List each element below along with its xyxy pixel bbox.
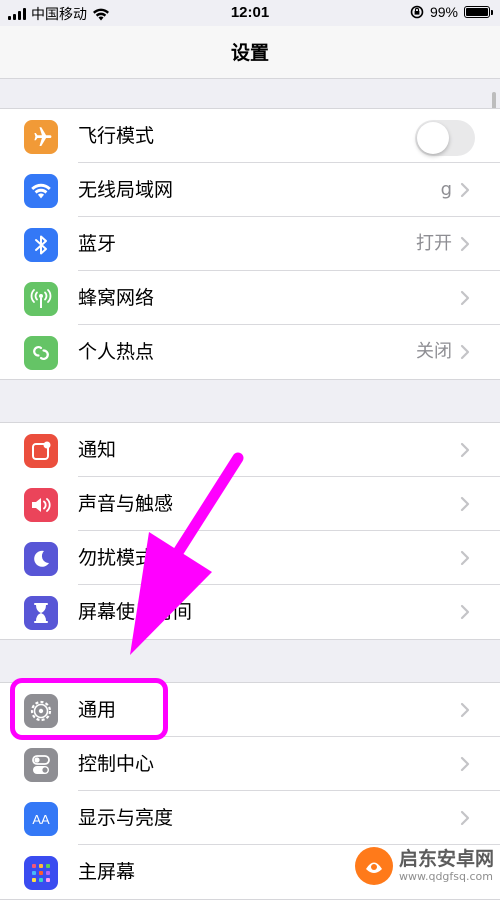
battery-icon bbox=[464, 6, 493, 18]
hourglass-icon bbox=[24, 596, 58, 630]
chevron-right-icon bbox=[460, 182, 470, 198]
settings-group-connectivity: 飞行模式 无线局域网 g 蓝牙 打开 蜂窝网络 个人热点 关闭 bbox=[0, 108, 500, 380]
settings-row-label: 勿扰模式 bbox=[78, 547, 155, 569]
settings-row-value: 打开 bbox=[416, 233, 452, 254]
settings-row-display-brightness[interactable]: AA 显示与亮度 bbox=[0, 791, 500, 845]
settings-row-bluetooth[interactable]: 蓝牙 打开 bbox=[0, 217, 500, 271]
control-center-icon bbox=[24, 748, 58, 782]
chevron-right-icon bbox=[460, 236, 470, 252]
settings-row-general[interactable]: 通用 bbox=[0, 683, 500, 737]
chevron-right-icon bbox=[460, 442, 470, 458]
home-screen-icon bbox=[24, 856, 58, 890]
settings-row-wifi[interactable]: 无线局域网 g bbox=[0, 163, 500, 217]
chevron-right-icon bbox=[460, 702, 470, 718]
settings-row-cellular[interactable]: 蜂窝网络 bbox=[0, 271, 500, 325]
hotspot-icon bbox=[24, 336, 58, 370]
watermark-url: www.qdgfsq.com bbox=[398, 870, 493, 883]
chevron-right-icon bbox=[460, 344, 470, 360]
sound-icon bbox=[24, 488, 58, 522]
settings-row-control-center[interactable]: 控制中心 bbox=[0, 737, 500, 791]
settings-row-do-not-disturb[interactable]: 勿扰模式 bbox=[0, 531, 500, 585]
settings-group-notifications: 通知 声音与触感 勿扰模式 屏幕使用时间 bbox=[0, 422, 500, 640]
settings-row-notifications[interactable]: 通知 bbox=[0, 423, 500, 477]
bluetooth-icon bbox=[24, 228, 58, 262]
settings-row-label: 显示与亮度 bbox=[78, 807, 174, 829]
settings-row-label: 蜂窝网络 bbox=[78, 287, 155, 309]
navigation-bar: 设置 bbox=[0, 26, 500, 79]
moon-icon bbox=[24, 542, 58, 576]
settings-row-label: 蓝牙 bbox=[78, 233, 117, 255]
chevron-right-icon bbox=[460, 550, 470, 566]
chevron-right-icon bbox=[460, 810, 470, 826]
page-title: 设置 bbox=[230, 42, 269, 64]
settings-row-label: 通用 bbox=[78, 699, 117, 721]
status-bar: 中国移动 12:01 99% bbox=[0, 0, 500, 26]
settings-row-sounds[interactable]: 声音与触感 bbox=[0, 477, 500, 531]
watermark-title: 启东安卓网 bbox=[398, 848, 494, 870]
settings-row-airplane-mode[interactable]: 飞行模式 bbox=[0, 109, 500, 163]
rotation-lock-icon bbox=[410, 5, 424, 19]
chevron-right-icon bbox=[460, 604, 470, 620]
settings-row-label: 个人热点 bbox=[78, 341, 155, 363]
cellular-icon bbox=[24, 282, 58, 316]
settings-row-label: 屏幕使用时间 bbox=[78, 601, 193, 623]
settings-row-label: 无线局域网 bbox=[78, 179, 174, 201]
settings-row-screen-time[interactable]: 屏幕使用时间 bbox=[0, 585, 500, 639]
settings-row-label: 主屏幕 bbox=[78, 861, 136, 883]
svg-text:AA: AA bbox=[32, 812, 50, 827]
settings-row-label: 通知 bbox=[78, 439, 117, 461]
watermark: 启东安卓网 www.qdgfsq.com bbox=[354, 847, 494, 885]
settings-row-value: 关闭 bbox=[416, 341, 452, 362]
display-icon: AA bbox=[24, 802, 58, 836]
notification-icon bbox=[24, 434, 58, 468]
settings-row-label: 飞行模式 bbox=[78, 125, 155, 147]
chevron-right-icon bbox=[460, 290, 470, 306]
settings-row-value: g bbox=[440, 179, 452, 200]
gear-icon bbox=[24, 694, 58, 728]
chevron-right-icon bbox=[460, 496, 470, 512]
airplane-mode-toggle[interactable] bbox=[415, 120, 475, 156]
chevron-right-icon bbox=[460, 756, 470, 772]
watermark-logo-icon bbox=[354, 847, 393, 885]
settings-row-label: 控制中心 bbox=[78, 753, 155, 775]
battery-percentage: 99% bbox=[429, 4, 458, 20]
airplane-icon bbox=[24, 120, 58, 154]
wifi-icon bbox=[24, 174, 58, 208]
settings-row-label: 声音与触感 bbox=[78, 493, 174, 515]
settings-row-personal-hotspot[interactable]: 个人热点 关闭 bbox=[0, 325, 500, 379]
